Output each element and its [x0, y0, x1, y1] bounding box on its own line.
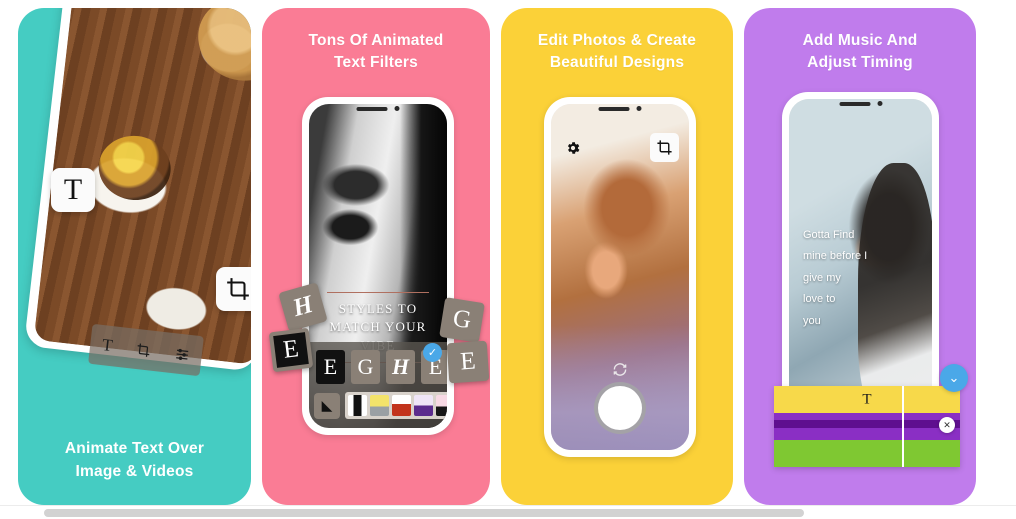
tile-inner: E	[273, 332, 309, 368]
scrollbar-thumb[interactable]	[44, 509, 804, 517]
style-option-e-dark[interactable]: E	[316, 350, 345, 384]
tile-glyph: G	[451, 304, 474, 335]
crop-tool-icon[interactable]	[650, 133, 679, 162]
filter-swatches[interactable]	[345, 392, 447, 419]
screenshot-gallery: T T Animate Text Over Image & Videos Ton…	[0, 0, 1016, 519]
crop-icon-svg	[227, 278, 249, 300]
panel-text-filters[interactable]: Tons Of Animated Text Filters STYLES TO …	[262, 8, 490, 505]
lyric-line: mine before I	[803, 250, 868, 263]
toolbar-crop-tool[interactable]	[135, 341, 152, 358]
panel-title: Add Music And Adjust Timing	[744, 8, 976, 75]
filter-strip[interactable]: ◣	[314, 392, 447, 419]
text-rule-top	[327, 292, 429, 293]
panel-caption: Animate Text Over Image & Videos	[18, 438, 251, 483]
settings-gear-icon[interactable]	[565, 140, 581, 156]
front-camera	[636, 106, 642, 111]
speaker-grille	[839, 101, 870, 106]
title-line-1: Add Music And	[802, 32, 918, 49]
style-option-g[interactable]: G	[351, 350, 380, 384]
timeline-playhead[interactable]	[902, 386, 904, 467]
lyric-line: you	[803, 314, 821, 327]
style-glyph: E	[323, 354, 338, 379]
title-line-2: Adjust Timing	[807, 54, 913, 72]
text-tool-glyph: T	[63, 173, 83, 206]
lyric-line: love to	[803, 293, 836, 306]
panel-add-music[interactable]: Add Music And Adjust Timing Gotta Find m…	[744, 8, 976, 505]
timeline-text-track[interactable]: T	[774, 386, 960, 413]
front-camera	[394, 106, 400, 111]
check-glyph: ✓	[427, 347, 438, 359]
filter-swatch[interactable]	[392, 395, 411, 416]
filter-swatch[interactable]	[436, 395, 447, 416]
shutter-button[interactable]	[594, 382, 646, 434]
chevron-glyph: ⌄	[948, 370, 960, 385]
tile-glyph: E	[281, 335, 301, 364]
title-line-1: Edit Photos & Create	[537, 32, 697, 49]
style-option-h[interactable]: H	[386, 350, 415, 384]
style-glyph: H	[391, 354, 410, 379]
panel-title: Tons Of Animated Text Filters	[262, 8, 490, 75]
style-picker-strip[interactable]: E G H E ✓ ◣	[309, 342, 447, 428]
filter-swatch[interactable]	[414, 395, 433, 416]
phone-mockup: STYLES TO MATCH YOUR VIBE E G H E ✓ ◣	[302, 97, 454, 435]
phone-mockup	[544, 97, 696, 457]
panel-edit-photos[interactable]: Edit Photos & Create Beautiful Designs	[501, 8, 733, 505]
speaker-grille	[356, 106, 388, 111]
toolbar-sliders-tool[interactable]	[174, 346, 191, 363]
title-line-2: Text Filters	[334, 54, 418, 72]
style-tile-e[interactable]: E	[446, 340, 490, 384]
timeline-editor[interactable]: T ⌄ ✕	[774, 364, 968, 467]
collapse-chevron-down-icon[interactable]: ⌄	[940, 364, 968, 392]
text-tool-icon[interactable]: T	[51, 168, 95, 212]
front-camera	[877, 101, 882, 106]
phone-screen: STYLES TO MATCH YOUR VIBE E G H E ✓ ◣	[309, 104, 447, 428]
filter-swatch[interactable]	[348, 395, 367, 416]
title-line-2: Beautiful Designs	[549, 54, 685, 72]
phone-notch	[598, 106, 642, 111]
crop-icon-svg	[657, 140, 672, 155]
panel-title: Edit Photos & Create Beautiful Designs	[501, 8, 733, 75]
timeline-text-glyph: T	[862, 391, 872, 407]
timeline-clip-track[interactable]	[774, 440, 960, 467]
camera-flip-icon[interactable]	[613, 362, 628, 377]
toolbar-text-tool[interactable]: T	[101, 335, 113, 356]
phone-notch	[356, 106, 400, 111]
ink-drop-icon[interactable]: ◣	[314, 392, 340, 419]
style-glyph: G	[357, 354, 374, 379]
overlay-line-1: STYLES TO	[338, 301, 418, 316]
caption-line-2: Image & Videos	[75, 462, 194, 480]
phone-notch	[839, 101, 882, 106]
overlay-line-2: MATCH YOUR	[329, 319, 427, 335]
lyric-line: Gotta Find	[803, 229, 855, 241]
phone-screen	[551, 104, 689, 450]
tile-glyph: E	[459, 347, 477, 376]
caption-line-1: Animate Text Over	[64, 440, 205, 458]
ink-glyph: ◣	[321, 397, 333, 413]
close-glyph: ✕	[943, 419, 951, 430]
filter-swatch[interactable]	[370, 395, 389, 416]
lyric-line: give my	[803, 271, 841, 284]
style-tile-e-dark[interactable]: E	[268, 327, 314, 373]
speaker-grille	[598, 106, 630, 111]
crop-tool-icon[interactable]	[216, 267, 251, 311]
horizontal-scrollbar[interactable]	[0, 505, 1016, 519]
remove-track-close-icon[interactable]: ✕	[939, 417, 955, 433]
timeline-music-track[interactable]	[774, 413, 960, 440]
style-tile-g[interactable]: G	[439, 297, 485, 343]
tile-glyph: H	[289, 290, 316, 323]
lyrics-overlay: Gotta Find mine before I give my love to…	[803, 225, 881, 332]
title-line-1: Tons Of Animated	[308, 32, 444, 49]
selected-check-badge: ✓	[423, 343, 442, 362]
panel-animate-text[interactable]: T T Animate Text Over Image & Videos	[18, 8, 251, 505]
